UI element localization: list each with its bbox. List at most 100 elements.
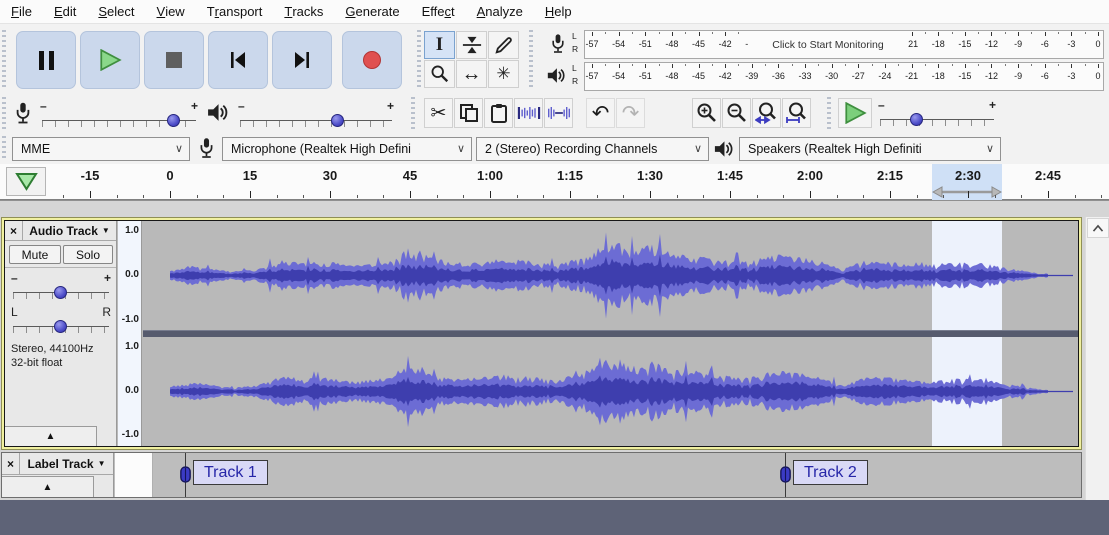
gain-slider[interactable]: – + [11, 271, 111, 300]
record-meter-mic-icon[interactable] [550, 33, 566, 55]
playback-speed-slider[interactable]: – + [878, 98, 996, 127]
menu-item-view[interactable]: View [146, 0, 196, 23]
menu-item-analyze[interactable]: Analyze [466, 0, 534, 23]
meter-scale-label: -42 [718, 39, 732, 49]
menu-item-effect[interactable]: Effe c t [411, 0, 466, 23]
toolbar-grip[interactable] [2, 30, 6, 90]
label-marker-handle[interactable] [179, 466, 192, 488]
meter-tick-minor [1058, 32, 1060, 34]
monitor-text[interactable]: Click to Start Monitoring [748, 32, 908, 57]
track-title-menu[interactable]: Label Track ▼ [20, 453, 113, 474]
trim-icon [517, 107, 540, 119]
vertical-scale-ruler[interactable]: 1.0 0.0 -1.0 1.0 0.0 -1.0 [118, 221, 142, 446]
solo-button[interactable]: Solo [63, 245, 113, 264]
meter-tick [778, 64, 780, 68]
chevron-down-icon: ∨ [174, 143, 183, 155]
input-volume-slider[interactable]: – + [40, 99, 198, 128]
recording-channels-select[interactable]: 2 (Stereo) Recording Channels ∨ [476, 137, 709, 161]
fit-project-button[interactable] [782, 98, 811, 128]
paste-button[interactable] [484, 98, 513, 128]
output-volume-slider[interactable]: – + [238, 99, 394, 128]
waveform-area[interactable] [143, 221, 1078, 446]
fit-selection-button[interactable] [752, 98, 781, 128]
collapse-track-button[interactable]: ▲ [2, 476, 94, 497]
menu-item-file[interactable]: File [0, 0, 43, 23]
play-button[interactable] [80, 31, 140, 89]
play-at-speed-button[interactable] [838, 98, 872, 128]
skip-to-start-button[interactable] [208, 31, 268, 89]
timeline-minor-tick [994, 195, 996, 198]
recording-meter[interactable]: Click to Start Monitoring -57 -54 -51 -48 -4… [584, 30, 1104, 59]
scroll-up-button[interactable] [1087, 218, 1109, 238]
meter-scale-label: -30 [825, 71, 839, 81]
multi-tool-button[interactable]: ✳ [488, 60, 519, 88]
menu-item-help[interactable]: Help [534, 0, 583, 23]
menu-item-select[interactable]: Select [87, 0, 145, 23]
slider-thumb[interactable] [54, 320, 67, 333]
timeline-ruler[interactable]: -15 0 15 30 45 1:00 1:15 1:30 1:45 2:00 2:15 2:30 2:… [0, 164, 1109, 200]
toolbar-grip[interactable] [417, 30, 421, 90]
vertical-scrollbar[interactable] [1085, 217, 1109, 500]
ibeam-icon: I [435, 34, 444, 55]
meter-scale-label: -54 [612, 71, 626, 81]
cut-button[interactable]: ✂ [424, 98, 453, 128]
record-button[interactable] [342, 31, 402, 89]
zoom-in-button[interactable] [692, 98, 721, 128]
timeline-major-tick [1048, 191, 1049, 198]
label-text-box[interactable]: Track 1 [193, 460, 268, 485]
close-track-button[interactable]: × [2, 453, 20, 474]
toolbar-grip[interactable] [827, 97, 831, 131]
quickplay-button[interactable] [6, 167, 46, 196]
toolbar-grip[interactable] [529, 30, 533, 90]
label-text-box[interactable]: Track 2 [793, 460, 868, 485]
pause-button[interactable] [16, 31, 76, 89]
mute-button[interactable]: Mute [9, 245, 61, 264]
track-bitdepth-info: 32-bit float [11, 357, 63, 369]
silence-audio-button[interactable] [544, 98, 573, 128]
waveform-channel-left[interactable] [143, 221, 1078, 330]
meter-scale-label: -45 [692, 71, 706, 81]
waveform-channel-right[interactable] [143, 337, 1078, 446]
track-title-menu[interactable]: Audio Track ▼ [23, 221, 116, 240]
slider-thumb[interactable] [54, 286, 67, 299]
menu-item-tracks[interactable]: Tracks [273, 0, 334, 23]
undo-button[interactable]: ↶ [586, 98, 615, 128]
pan-slider[interactable]: L R [11, 305, 111, 334]
menu-item-generate[interactable]: Generate [334, 0, 410, 23]
scale-label: -1.0 [121, 314, 139, 325]
slider-thumb[interactable] [330, 114, 344, 127]
meter-tick-minor [1004, 32, 1006, 34]
label-track-lane[interactable]: Track 1 Track 2 [153, 453, 1081, 497]
play-meter-speaker-icon[interactable] [546, 66, 566, 85]
zoom-in-icon [697, 103, 716, 122]
envelope-tool-button[interactable] [456, 31, 487, 59]
meter-tick-minor [1031, 32, 1033, 34]
close-track-button[interactable]: × [5, 221, 23, 240]
menu-item-transport[interactable]: Tr ansport [196, 0, 274, 23]
zoom-tool-button[interactable] [424, 60, 455, 88]
timeline-minor-tick [703, 195, 705, 198]
playback-meter[interactable]: -57 -54 -51 -48 -45 -42 -39 -36 -33 -30 -27 -24 -21-… [584, 62, 1104, 91]
trim-audio-button[interactable] [514, 98, 543, 128]
skip-to-end-button[interactable] [272, 31, 332, 89]
toolbar-grip[interactable] [2, 97, 6, 131]
audio-host-select[interactable]: MME ∨ [12, 137, 190, 161]
playback-device-select[interactable]: Speakers (Realtek High Definiti ∨ [739, 137, 1001, 161]
copy-button[interactable] [454, 98, 483, 128]
toolbar-grip[interactable] [411, 97, 415, 131]
timeshift-tool-button[interactable]: ↔ [456, 60, 487, 88]
menu-bar: File Edit Select View Tr ansport Tracks Generat… [0, 0, 1109, 24]
label-marker-handle[interactable] [779, 466, 792, 488]
menu-item-edit[interactable]: Edit [43, 0, 87, 23]
stop-button[interactable] [144, 31, 204, 89]
slider-thumb[interactable] [909, 113, 923, 126]
timeline-minor-tick [196, 195, 198, 198]
redo-button[interactable]: ↷ [616, 98, 645, 128]
recording-device-select[interactable]: Microphone (Realtek High Defini ∨ [222, 137, 472, 161]
draw-tool-button[interactable] [488, 31, 519, 59]
collapse-track-button[interactable]: ▲ [5, 426, 97, 446]
pan-right-label: R [102, 305, 111, 319]
toolbar-grip[interactable] [2, 136, 6, 160]
zoom-out-button[interactable] [722, 98, 751, 128]
selection-tool-button[interactable]: I [424, 31, 455, 59]
